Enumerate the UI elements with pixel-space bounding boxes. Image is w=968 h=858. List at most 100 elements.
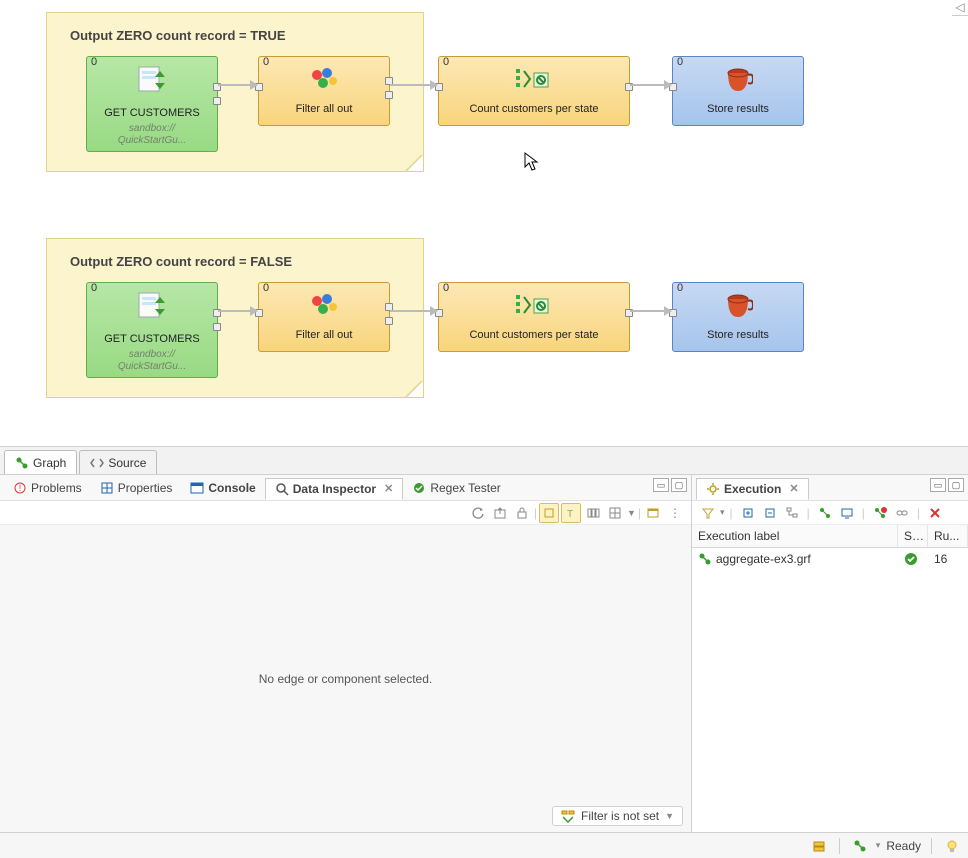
execution-tabbar: Execution ✕ ▭ ▢ (692, 475, 968, 501)
execution-table[interactable]: Execution label St... Ru... aggregate-ex… (692, 525, 968, 832)
edge-arrow-icon (250, 306, 258, 316)
node-sublabel: sandbox:// (87, 349, 217, 360)
filter-icon[interactable] (698, 503, 718, 523)
node-writer-1[interactable]: 0 Store results (672, 56, 804, 126)
tab-graph-label: Graph (33, 456, 66, 470)
output-port[interactable] (385, 91, 393, 99)
filter-icon (561, 809, 575, 823)
dropdown-icon[interactable]: ▾ (876, 840, 881, 851)
maximize-button[interactable]: ▢ (948, 478, 964, 492)
col-label[interactable]: Execution label (692, 525, 898, 547)
edge[interactable] (630, 84, 664, 86)
expand-icon[interactable] (738, 503, 758, 523)
col-status[interactable]: St... (898, 525, 928, 547)
output-port[interactable] (213, 323, 221, 331)
monitor-icon[interactable] (837, 503, 857, 523)
aggregate-icon (439, 289, 629, 323)
grid-icon[interactable] (605, 503, 625, 523)
col-run[interactable]: Ru... (928, 525, 968, 547)
highlight-icon[interactable] (539, 503, 559, 523)
edge-arrow-icon (250, 80, 258, 90)
tab-console-label: Console (208, 481, 255, 495)
edge-arrow-icon (664, 80, 672, 90)
export-icon[interactable] (490, 503, 510, 523)
refresh-icon[interactable] (468, 503, 488, 523)
properties-icon (100, 481, 114, 495)
table-header: Execution label St... Ru... (692, 525, 968, 548)
tab-properties-label: Properties (118, 481, 173, 495)
edge[interactable] (390, 310, 430, 312)
filter-icon (259, 289, 389, 323)
tip-icon[interactable] (942, 836, 962, 856)
aggregate-icon (439, 63, 629, 97)
group-title-false: Output ZERO count record = FALSE (70, 254, 292, 269)
tab-regex-tester[interactable]: Regex Tester (403, 478, 509, 498)
tab-properties[interactable]: Properties (91, 478, 182, 498)
trash-icon (673, 289, 803, 323)
tab-data-inspector[interactable]: Data Inspector ✕ (265, 478, 404, 500)
node-sublabel2: QuickStartGu... (87, 135, 217, 146)
node-aggregate-1[interactable]: 0 Count customers per state (438, 56, 630, 126)
edge[interactable] (630, 310, 664, 312)
node-filter-2[interactable]: 0 Filter all out (258, 282, 390, 352)
dropdown-icon[interactable]: ▼ (627, 508, 636, 518)
trash-icon (673, 63, 803, 97)
new-window-icon[interactable] (643, 503, 663, 523)
output-port[interactable] (385, 317, 393, 325)
close-icon[interactable]: ✕ (789, 482, 798, 495)
node-aggregate-2[interactable]: 0 Count customers per state (438, 282, 630, 352)
run-error-icon[interactable] (870, 503, 890, 523)
graph-file-icon (698, 552, 712, 566)
node-writer-2[interactable]: 0 Store results (672, 282, 804, 352)
lock-icon[interactable] (512, 503, 532, 523)
collapse-icon[interactable] (760, 503, 780, 523)
scroll-up-icon[interactable]: ◁ (952, 0, 968, 16)
edge[interactable] (218, 310, 250, 312)
edge[interactable] (390, 84, 430, 86)
columns-icon[interactable] (583, 503, 603, 523)
diagram-canvas[interactable]: ◁ Output ZERO count record = TRUE 0 GET … (0, 0, 968, 446)
server-icon[interactable] (809, 836, 829, 856)
svg-text:T: T (567, 509, 573, 520)
dropdown-icon[interactable]: ▼ (665, 811, 674, 821)
maximize-button[interactable]: ▢ (671, 478, 687, 492)
tab-regex-tester-label: Regex Tester (430, 481, 500, 495)
minimize-button[interactable]: ▭ (653, 478, 669, 492)
close-icon[interactable]: ✕ (384, 482, 393, 495)
node-get-customers-2[interactable]: 0 GET CUSTOMERS sandbox:// QuickStartGu.… (86, 282, 218, 378)
tree-icon[interactable] (782, 503, 802, 523)
minimize-button[interactable]: ▭ (930, 478, 946, 492)
delete-icon[interactable] (925, 503, 945, 523)
regex-icon (412, 481, 426, 495)
reader-icon (87, 289, 217, 323)
data-inspector-body: No edge or component selected. Filter is… (0, 525, 691, 832)
tab-problems[interactable]: ! Problems (4, 478, 91, 498)
filter-bar[interactable]: Filter is not set ▼ (552, 806, 683, 826)
edge[interactable] (218, 84, 250, 86)
tab-source[interactable]: Source (79, 450, 157, 474)
tab-problems-label: Problems (31, 481, 82, 495)
tab-execution[interactable]: Execution ✕ (696, 478, 809, 500)
data-inspector-toolbar: | T ▼ | ⋮ (0, 501, 691, 525)
node-sublabel: sandbox:// (87, 123, 217, 134)
node-get-customers-1[interactable]: 0 GET CUSTOMERS sandbox:// QuickStartGu.… (86, 56, 218, 152)
output-port[interactable] (213, 97, 221, 105)
table-row[interactable]: aggregate-ex3.grf 16 (692, 548, 968, 570)
node-label: Store results (673, 329, 803, 341)
node-label: Store results (673, 103, 803, 115)
menu-icon[interactable]: ⋮ (665, 503, 685, 523)
group-title-true: Output ZERO count record = TRUE (70, 28, 286, 43)
filter-bar-label: Filter is not set (581, 809, 659, 823)
run-status-icon[interactable] (850, 836, 870, 856)
dropdown-icon[interactable]: ▾ (720, 507, 725, 518)
tab-graph[interactable]: Graph (4, 450, 77, 474)
run-tree-icon[interactable] (815, 503, 835, 523)
empty-message: No edge or component selected. (259, 672, 432, 686)
text-mode-icon[interactable]: T (561, 503, 581, 523)
gear-icon (706, 482, 720, 496)
problems-icon: ! (13, 481, 27, 495)
tab-console[interactable]: Console (181, 478, 264, 498)
filter-icon (259, 63, 389, 97)
link-icon[interactable] (892, 503, 912, 523)
node-filter-1[interactable]: 0 Filter all out (258, 56, 390, 126)
